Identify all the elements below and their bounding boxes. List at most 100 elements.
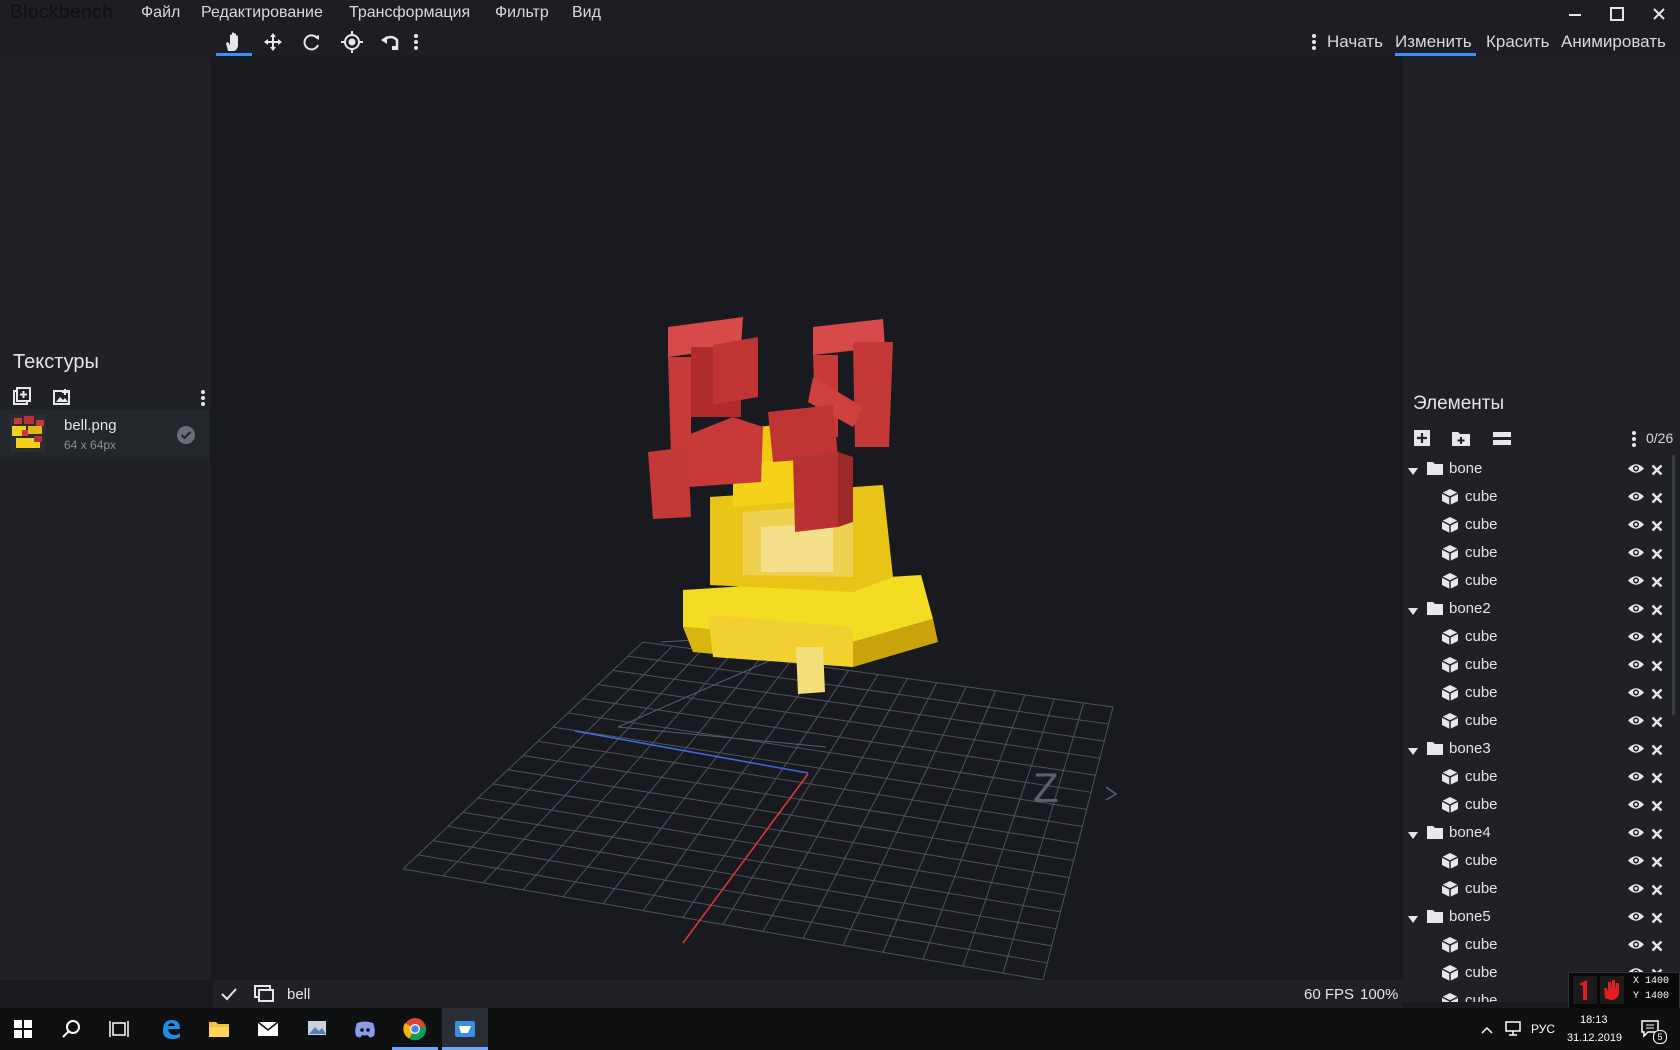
outliner-cube[interactable]: cube	[1403, 623, 1673, 651]
visibility-eye-icon[interactable]	[1627, 854, 1645, 871]
undo-icon[interactable]	[374, 27, 408, 57]
remove-x-icon[interactable]	[1651, 771, 1663, 788]
visibility-eye-icon[interactable]	[1627, 462, 1645, 479]
outliner-cube[interactable]: cube	[1403, 567, 1673, 595]
outliner-more-icon[interactable]	[1631, 430, 1637, 452]
visibility-eye-icon[interactable]	[1627, 826, 1645, 843]
expand-arrow-icon[interactable]	[1407, 744, 1419, 761]
network-icon[interactable]	[1504, 1020, 1522, 1040]
mode-animate[interactable]: Анимировать	[1561, 32, 1666, 52]
menu-view[interactable]: Вид	[572, 4, 601, 22]
import-texture-icon[interactable]	[53, 388, 71, 410]
outliner-cube[interactable]: cube	[1403, 679, 1673, 707]
menu-transform[interactable]: Трансформация	[349, 4, 470, 22]
search-icon[interactable]	[48, 1008, 94, 1050]
expand-arrow-icon[interactable]	[1407, 828, 1419, 845]
modes-more-icon[interactable]	[1304, 27, 1324, 57]
mode-edit[interactable]: Изменить	[1395, 32, 1472, 52]
visibility-eye-icon[interactable]	[1627, 882, 1645, 899]
menu-file[interactable]: Файл	[141, 4, 180, 22]
remove-x-icon[interactable]	[1651, 603, 1663, 620]
add-group-icon[interactable]	[1451, 430, 1471, 451]
outliner-cube[interactable]: cube	[1403, 511, 1673, 539]
remove-x-icon[interactable]	[1651, 575, 1663, 592]
visibility-eye-icon[interactable]	[1627, 518, 1645, 535]
remove-x-icon[interactable]	[1651, 939, 1663, 956]
outliner-group[interactable]: bone3	[1403, 735, 1673, 763]
expand-arrow-icon[interactable]	[1407, 464, 1419, 481]
rotate-icon[interactable]	[295, 27, 329, 57]
task-view-icon[interactable]	[96, 1008, 142, 1050]
blockbench-icon[interactable]	[442, 1008, 488, 1050]
remove-x-icon[interactable]	[1651, 491, 1663, 508]
menu-filter[interactable]: Фильтр	[495, 4, 549, 22]
menu-edit[interactable]: Редактирование	[201, 4, 323, 22]
remove-x-icon[interactable]	[1651, 519, 1663, 536]
textures-more-icon[interactable]	[200, 389, 206, 411]
add-cube-icon[interactable]	[1413, 429, 1431, 451]
toolbar-more-icon[interactable]	[404, 27, 428, 57]
photos-icon[interactable]	[294, 1008, 340, 1050]
remove-x-icon[interactable]	[1651, 463, 1663, 480]
mode-start[interactable]: Начать	[1327, 32, 1383, 52]
outliner-scrollbar[interactable]	[1672, 455, 1675, 715]
mail-icon[interactable]	[245, 1008, 291, 1050]
remove-x-icon[interactable]	[1651, 911, 1663, 928]
remove-x-icon[interactable]	[1651, 883, 1663, 900]
visibility-eye-icon[interactable]	[1627, 574, 1645, 591]
clock-time[interactable]: 18:13	[1580, 1014, 1608, 1026]
collapse-all-icon[interactable]	[1493, 431, 1511, 450]
input-language[interactable]: РУС	[1531, 1022, 1555, 1036]
outliner-cube[interactable]: cube	[1403, 539, 1673, 567]
remove-x-icon[interactable]	[1651, 827, 1663, 844]
remove-x-icon[interactable]	[1651, 547, 1663, 564]
discord-icon[interactable]	[342, 1008, 388, 1050]
visibility-eye-icon[interactable]	[1627, 742, 1645, 759]
visibility-eye-icon[interactable]	[1627, 770, 1645, 787]
outliner-cube[interactable]: cube	[1403, 875, 1673, 903]
mode-paint[interactable]: Красить	[1486, 32, 1549, 52]
edge-icon[interactable]	[148, 1008, 194, 1050]
outliner-group[interactable]: bone	[1403, 455, 1673, 483]
remove-x-icon[interactable]	[1651, 799, 1663, 816]
outliner-group[interactable]: bone2	[1403, 595, 1673, 623]
remove-x-icon[interactable]	[1651, 743, 1663, 760]
project-icon[interactable]	[254, 985, 274, 1007]
visibility-eye-icon[interactable]	[1627, 938, 1645, 955]
remove-x-icon[interactable]	[1651, 659, 1663, 676]
save-check-icon[interactable]	[220, 986, 238, 1006]
clock-date[interactable]: 31.12.2019	[1567, 1032, 1622, 1044]
texture-item[interactable]: bell.png 64 x 64px	[0, 410, 210, 460]
visibility-eye-icon[interactable]	[1627, 714, 1645, 731]
remove-x-icon[interactable]	[1651, 631, 1663, 648]
outliner-cube[interactable]: cube	[1403, 763, 1673, 791]
remove-x-icon[interactable]	[1651, 687, 1663, 704]
visibility-eye-icon[interactable]	[1627, 546, 1645, 563]
remove-x-icon[interactable]	[1651, 855, 1663, 872]
expand-arrow-icon[interactable]	[1407, 912, 1419, 929]
outliner-group[interactable]: bone4	[1403, 819, 1673, 847]
windows-start-icon[interactable]	[0, 1008, 46, 1050]
close-icon[interactable]	[1639, 0, 1679, 27]
pivot-icon[interactable]	[335, 27, 369, 57]
outliner-cube[interactable]: cube	[1403, 847, 1673, 875]
explorer-icon[interactable]	[196, 1008, 242, 1050]
visibility-eye-icon[interactable]	[1627, 658, 1645, 675]
outliner-group[interactable]: bone5	[1403, 903, 1673, 931]
chrome-icon[interactable]	[392, 1008, 438, 1050]
outliner-cube[interactable]: cube	[1403, 791, 1673, 819]
outliner-cube[interactable]: cube	[1403, 483, 1673, 511]
viewport-3d[interactable]: Z	[213, 57, 1403, 981]
visibility-eye-icon[interactable]	[1627, 490, 1645, 507]
visibility-eye-icon[interactable]	[1627, 602, 1645, 619]
visibility-eye-icon[interactable]	[1627, 686, 1645, 703]
visibility-eye-icon[interactable]	[1627, 798, 1645, 815]
minimize-icon[interactable]	[1555, 0, 1595, 27]
outliner-cube[interactable]: cube	[1403, 931, 1673, 959]
expand-arrow-icon[interactable]	[1407, 604, 1419, 621]
outliner-cube[interactable]: cube	[1403, 651, 1673, 679]
tray-chevron-icon[interactable]	[1480, 1022, 1494, 1039]
move-icon[interactable]	[256, 27, 290, 57]
outliner-cube[interactable]: cube	[1403, 707, 1673, 735]
visibility-eye-icon[interactable]	[1627, 630, 1645, 647]
